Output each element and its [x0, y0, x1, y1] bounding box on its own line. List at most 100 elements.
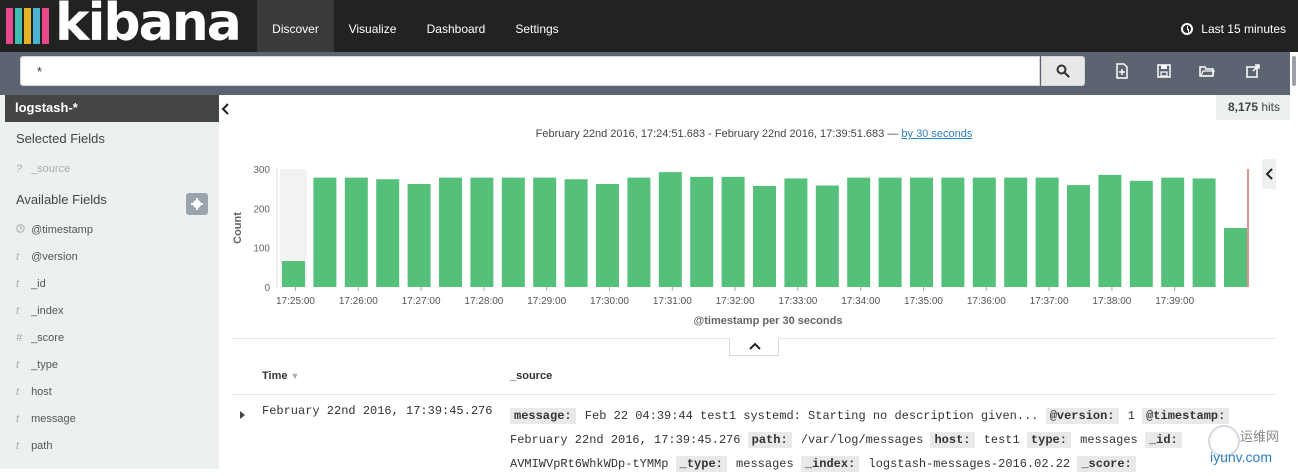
field-item-timestamp[interactable]: @timestamp [16, 222, 93, 238]
histogram-bar[interactable] [941, 177, 965, 287]
histogram-bar[interactable] [815, 185, 839, 287]
logo-bar [6, 8, 13, 44]
field-item-path[interactable]: t path [16, 438, 52, 454]
x-tick-label: 17:35:00 [904, 296, 943, 307]
gear-icon [191, 198, 203, 210]
x-tick-label: 17:27:00 [402, 296, 441, 307]
histogram-bar[interactable] [1129, 180, 1153, 287]
chart-collapse-button[interactable] [729, 338, 779, 356]
histogram-bar[interactable] [376, 179, 400, 287]
new-document-icon[interactable] [1114, 63, 1130, 79]
histogram-bar[interactable] [470, 177, 494, 287]
y-axis-label: Count [232, 212, 244, 244]
histogram-bar[interactable] [690, 176, 714, 287]
search-input[interactable] [20, 56, 1040, 86]
interval-link[interactable]: by 30 seconds [901, 128, 972, 140]
field-name: path [31, 440, 53, 452]
hits-count: 8,175 [1227, 100, 1258, 114]
field-item-host[interactable]: t host [16, 384, 52, 400]
field-item-source[interactable]: ? _source [16, 161, 70, 177]
timepicker[interactable]: Last 15 minutes [1181, 0, 1286, 58]
available-fields-heading: Available Fields [16, 192, 107, 207]
field-name: message [31, 413, 76, 425]
chevron-up-icon [749, 342, 761, 350]
field-item-id[interactable]: t _id [16, 276, 46, 292]
field-type-icon: t [16, 251, 20, 263]
histogram-bar[interactable] [501, 177, 525, 287]
field-type-icon: t [16, 413, 20, 425]
histogram-bar[interactable] [1035, 177, 1059, 287]
column-header-source: _source [510, 370, 553, 382]
share-icon[interactable] [1245, 63, 1261, 79]
index-pattern-selector[interactable]: logstash-* [5, 95, 219, 122]
histogram-bar[interactable] [753, 185, 776, 287]
logo-bar [15, 8, 22, 44]
x-axis-label: @timestamp per 30 seconds [694, 315, 843, 327]
x-tick-label: 17:36:00 [967, 296, 1006, 307]
histogram-bar[interactable] [1098, 174, 1122, 287]
histogram-range: February 22nd 2016, 17:24:51.683 - Febru… [232, 128, 1276, 140]
histogram-bar[interactable] [1161, 177, 1185, 287]
histogram-bar[interactable] [878, 177, 902, 287]
histogram-bar[interactable] [282, 261, 305, 287]
scrollbar-thumb[interactable] [1292, 56, 1296, 86]
histogram-bar[interactable] [439, 177, 462, 287]
scrollbar[interactable] [1290, 52, 1298, 469]
histogram-bar[interactable] [784, 178, 808, 287]
source-field-key: path: [747, 432, 792, 448]
histogram-bar[interactable] [627, 177, 651, 287]
column-header-time[interactable]: Time ▼ [262, 370, 299, 382]
query-bar [0, 52, 1298, 95]
svg-text:运维网: 运维网 [1240, 430, 1279, 445]
histogram-bar[interactable] [1192, 178, 1216, 287]
field-item-message[interactable]: t message [16, 411, 76, 427]
hits-label: hits [1261, 100, 1281, 114]
sort-caret-icon: ▼ [290, 371, 300, 381]
histogram-bar[interactable] [564, 179, 588, 287]
field-item-score[interactable]: # _score [16, 330, 64, 346]
save-icon[interactable] [1156, 63, 1172, 79]
histogram-bar[interactable] [972, 177, 996, 287]
logo-bar [42, 8, 49, 44]
histogram-bar[interactable] [721, 176, 745, 287]
histogram-bar[interactable] [847, 177, 871, 287]
histogram-bar[interactable] [407, 183, 431, 287]
watermark-graphic: 运维网 iyunv.com [1208, 425, 1279, 465]
top-navbar: kibana Discover Visualize Dashboard Sett… [0, 0, 1298, 52]
kibana-logo[interactable]: kibana [6, 0, 242, 49]
histogram-bar[interactable] [658, 172, 682, 287]
table-header-divider [232, 394, 1276, 395]
histogram-bar[interactable] [344, 177, 368, 287]
search-button[interactable] [1041, 56, 1085, 86]
tab-settings[interactable]: Settings [502, 0, 572, 52]
x-tick-label: 17:28:00 [464, 296, 503, 307]
folder-open-icon[interactable] [1199, 63, 1215, 79]
source-field-key: message: [510, 408, 576, 424]
tab-dashboard[interactable]: Dashboard [413, 0, 499, 52]
x-axis-ticks: 17:25:00 17:26:00 17:27:00 17:28:00 17:29:00… [276, 287, 1195, 307]
field-settings-button[interactable] [186, 193, 208, 215]
expand-row-toggle[interactable] [238, 406, 246, 419]
x-tick-label: 17:39:00 [1155, 296, 1194, 307]
field-item-index[interactable]: t _index [16, 303, 63, 319]
field-item-type[interactable]: t _type [16, 357, 58, 373]
sidebar-collapse-button[interactable] [219, 95, 232, 122]
histogram-bar[interactable] [1067, 185, 1090, 287]
tab-discover[interactable]: Discover [257, 0, 334, 52]
tab-visualize[interactable]: Visualize [334, 0, 411, 52]
field-item-version[interactable]: t @version [16, 249, 78, 265]
histogram-bar[interactable] [910, 177, 933, 287]
x-tick-label: 17:29:00 [527, 296, 566, 307]
histogram-bar[interactable] [596, 183, 619, 287]
field-name: _id [31, 278, 46, 290]
legend-toggle-button[interactable] [1262, 159, 1276, 189]
histogram-bar[interactable] [533, 177, 557, 287]
histogram-bar[interactable] [1224, 228, 1247, 287]
field-name: @version [31, 251, 78, 263]
source-field-key: @timestamp: [1142, 408, 1230, 424]
hits-counter: 8,175 hits [1216, 95, 1292, 120]
x-tick-label: 17:37:00 [1030, 296, 1069, 307]
histogram-bar[interactable] [313, 177, 337, 287]
chevron-left-icon [221, 103, 229, 115]
histogram-bar[interactable] [1004, 177, 1028, 287]
